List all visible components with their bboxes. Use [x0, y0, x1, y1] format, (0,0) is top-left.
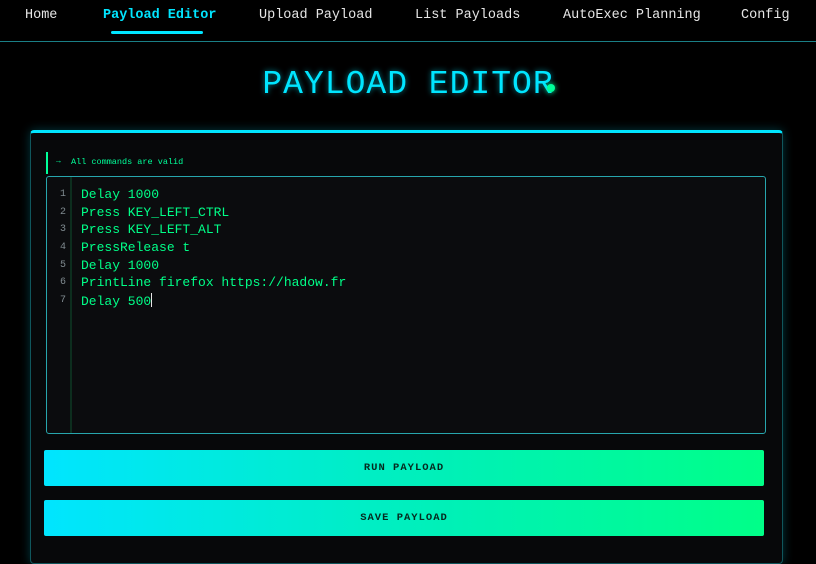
line-number: 1 — [59, 189, 66, 200]
top-nav: Home Payload Editor Upload Payload List … — [0, 0, 816, 42]
code-line[interactable]: PressRelease t — [81, 240, 190, 255]
code-line[interactable]: Delay 1000 — [81, 258, 159, 273]
code-editor[interactable]: 1 2 3 4 5 6 7 Delay 1000 Press KEY_LEFT_… — [46, 176, 766, 434]
code-line[interactable]: Press KEY_LEFT_ALT — [81, 222, 221, 237]
line-number: 3 — [59, 224, 66, 235]
code-line[interactable]: Press KEY_LEFT_CTRL — [81, 205, 229, 220]
nav-item-autoexec-planning[interactable]: AutoExec Planning — [563, 8, 701, 23]
nav-item-upload-payload[interactable]: Upload Payload — [259, 8, 372, 23]
text-cursor — [151, 293, 153, 307]
nav-item-list-payloads[interactable]: List Payloads — [415, 8, 520, 23]
line-number: 2 — [59, 207, 66, 218]
code-line-text: Delay 500 — [81, 294, 152, 309]
save-payload-button[interactable]: SAVE PAYLOAD — [44, 500, 764, 536]
arrow-right-icon: → — [56, 157, 61, 166]
line-number: 6 — [59, 277, 66, 288]
line-number: 4 — [59, 242, 66, 253]
code-line[interactable]: Delay 1000 — [81, 187, 159, 202]
status-dot-icon — [547, 84, 555, 92]
page-title: PAYLOAD EDITOR — [262, 66, 554, 103]
run-payload-button[interactable]: RUN PAYLOAD — [44, 450, 764, 486]
nav-item-home[interactable]: Home — [25, 8, 57, 23]
line-number: 7 — [59, 295, 66, 306]
nav-item-payload-editor[interactable]: Payload Editor — [103, 8, 216, 23]
validation-status: → All commands are valid — [46, 152, 248, 174]
line-number-gutter: 1 2 3 4 5 6 7 — [47, 177, 72, 433]
code-line[interactable]: PrintLine firefox https://hadow.fr — [81, 275, 346, 290]
active-tab-indicator — [111, 31, 203, 34]
nav-item-config[interactable]: Config — [741, 8, 790, 23]
code-line-last[interactable]: Delay 500 — [81, 293, 153, 309]
validation-message: All commands are valid — [71, 157, 184, 167]
line-number: 5 — [59, 260, 66, 271]
